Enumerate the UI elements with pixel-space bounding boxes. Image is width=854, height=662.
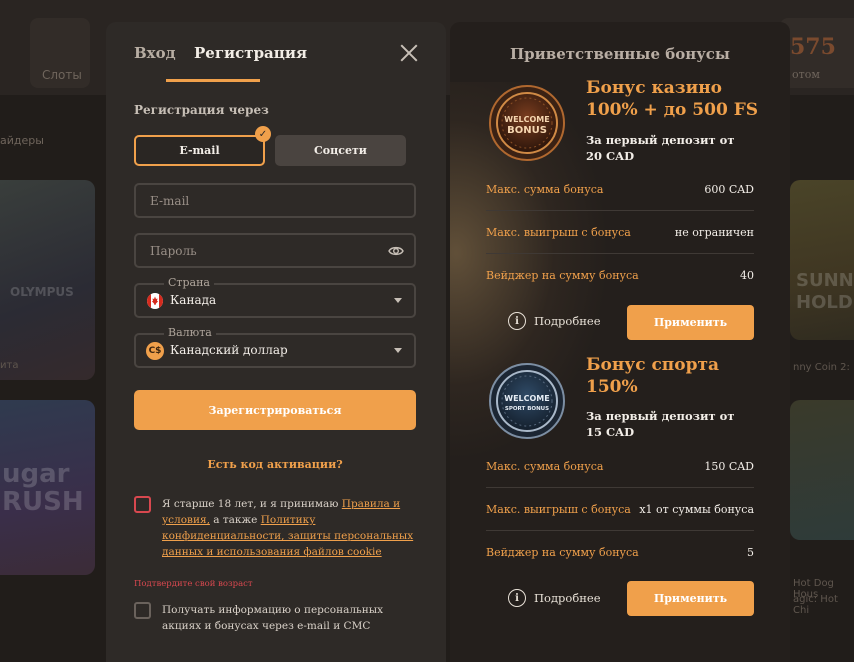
background-right-label: отом bbox=[792, 68, 820, 81]
sport-bonus-condition-line2: 15 CAD bbox=[586, 425, 635, 439]
sport-bonus-name: Бонус спорта 150% bbox=[586, 354, 719, 398]
bonuses-title: Приветственные бонусы bbox=[510, 45, 730, 63]
casino-apply-button[interactable]: Применить bbox=[627, 305, 754, 340]
background-game-tile bbox=[790, 400, 854, 540]
sport-bonus-row: Макс. сумма бонуса 150 CAD bbox=[486, 446, 754, 488]
currency-value: Канадский доллар bbox=[170, 343, 288, 357]
background-slots-label: Слоты bbox=[42, 68, 82, 82]
row-value: x1 от суммы бонуса bbox=[639, 503, 754, 516]
sport-bonus-condition-line1: За первый депозит от bbox=[586, 409, 735, 423]
eye-icon[interactable] bbox=[388, 244, 404, 258]
active-tab-underline bbox=[166, 79, 260, 82]
close-icon[interactable] bbox=[398, 42, 420, 64]
promo-consent-checkbox[interactable] bbox=[134, 602, 151, 619]
row-label: Макс. сумма бонуса bbox=[486, 183, 604, 196]
background-game-tile: OLYMPUS bbox=[0, 180, 95, 380]
details-label: Подробнее bbox=[534, 591, 601, 605]
register-via-heading: Регистрация через bbox=[134, 103, 269, 117]
country-value: Канада bbox=[170, 293, 217, 307]
method-social-button[interactable]: Соцсети bbox=[275, 135, 406, 166]
row-value: не ограничен bbox=[674, 226, 754, 239]
row-value: 600 CAD bbox=[704, 183, 754, 196]
consent-prefix: Я старше 18 лет, и я принимаю bbox=[162, 498, 342, 510]
background-game-title: SUNN HOLD bbox=[796, 270, 854, 313]
chevron-down-icon bbox=[394, 348, 402, 353]
country-label: Страна bbox=[164, 276, 214, 289]
background-game-caption: agic: Hot Chi bbox=[793, 594, 838, 616]
info-icon: i bbox=[508, 589, 526, 607]
method-email-button[interactable]: E-mail bbox=[134, 135, 265, 166]
sport-apply-button[interactable]: Применить bbox=[627, 581, 754, 616]
row-value: 5 bbox=[747, 546, 754, 559]
email-input[interactable] bbox=[150, 185, 380, 216]
background-right-number: 575 bbox=[790, 34, 836, 60]
details-label: Подробнее bbox=[534, 314, 601, 328]
tab-register[interactable]: Регистрация bbox=[194, 44, 307, 62]
chevron-down-icon bbox=[394, 298, 402, 303]
background-providers-label: айдеры bbox=[0, 134, 44, 147]
background-game-tile: ugar RUSH bbox=[0, 400, 95, 575]
row-value: 40 bbox=[740, 269, 754, 282]
sport-badge-text-1: WELCOME bbox=[504, 394, 549, 403]
consent-middle: а также bbox=[209, 514, 261, 526]
sport-bonus-name-line2: 150% bbox=[586, 377, 638, 397]
sport-bonus-badge-icon: WELCOME SPORT BONUS bbox=[489, 363, 565, 439]
promo-consent-text: Получать информацию о персональных акция… bbox=[162, 604, 384, 632]
background-game-title: OLYMPUS bbox=[10, 285, 74, 299]
casino-bonus-row: Вейджер на сумму бонуса 40 bbox=[486, 255, 754, 297]
email-field bbox=[134, 183, 416, 218]
casino-details-link[interactable]: i Подробнее bbox=[508, 312, 601, 330]
casino-badge-text-2: BONUS bbox=[507, 125, 547, 136]
background-game-caption: nny Coin 2: bbox=[793, 362, 850, 373]
casino-bonus-row: Макс. выигрыш с бонуса не ограничен bbox=[486, 212, 754, 254]
password-field bbox=[134, 233, 416, 268]
currency-select[interactable]: Валюта C$ Канадский доллар bbox=[134, 326, 416, 368]
row-label: Вейджер на сумму бонуса bbox=[486, 269, 639, 282]
welcome-bonuses-panel: Приветственные бонусы WELCOME BONUS Бону… bbox=[450, 22, 790, 662]
sport-bonus-name-line1: Бонус спорта bbox=[586, 355, 720, 375]
check-icon: ✓ bbox=[255, 126, 271, 142]
casino-bonus-row: Макс. сумма бонуса 600 CAD bbox=[486, 169, 754, 211]
age-consent-checkbox[interactable] bbox=[134, 496, 151, 513]
sport-badge-text-2: SPORT BONUS bbox=[505, 406, 549, 412]
auth-tabs: Вход Регистрация bbox=[134, 44, 424, 84]
background-game-caption: ита bbox=[0, 360, 19, 371]
row-label: Макс. сумма бонуса bbox=[486, 460, 604, 473]
background-game-tile: SUNN HOLD bbox=[790, 180, 854, 340]
age-consent-text: Я старше 18 лет, и я принимаю Правила и … bbox=[162, 496, 418, 560]
tab-login[interactable]: Вход bbox=[134, 44, 176, 62]
info-icon: i bbox=[508, 312, 526, 330]
casino-bonus-badge-icon: WELCOME BONUS bbox=[489, 85, 565, 161]
sport-details-link[interactable]: i Подробнее bbox=[508, 589, 601, 607]
sport-bonus-row: Вейджер на сумму бонуса 5 bbox=[486, 532, 754, 574]
background-game-title: ugar RUSH bbox=[2, 459, 84, 517]
age-error-message: Подтвердите свой возраст bbox=[134, 579, 253, 589]
activation-code-link[interactable]: Есть код активации? bbox=[106, 458, 444, 471]
currency-label: Валюта bbox=[164, 326, 216, 339]
currency-icon: C$ bbox=[146, 342, 164, 360]
register-button[interactable]: Зарегистрироваться bbox=[134, 390, 416, 430]
canada-flag-icon bbox=[147, 293, 163, 309]
casino-badge-text-1: WELCOME bbox=[504, 115, 549, 124]
row-label: Вейджер на сумму бонуса bbox=[486, 546, 639, 559]
row-value: 150 CAD bbox=[704, 460, 754, 473]
casino-bonus-name-line1: Бонус казино bbox=[586, 78, 722, 98]
row-label: Макс. выигрыш с бонуса bbox=[486, 226, 631, 239]
country-select[interactable]: Страна Канада bbox=[134, 276, 416, 318]
password-input[interactable] bbox=[150, 235, 380, 266]
sport-bonus-condition: За первый депозит от 15 CAD bbox=[586, 408, 756, 440]
casino-bonus-name: Бонус казино 100% + до 500 FS bbox=[586, 77, 758, 121]
casino-bonus-condition-line2: 20 CAD bbox=[586, 149, 635, 163]
registration-modal: Вход Регистрация Регистрация через E-mai… bbox=[106, 22, 446, 662]
row-label: Макс. выигрыш с бонуса bbox=[486, 503, 631, 516]
casino-bonus-name-line2: 100% + до 500 FS bbox=[586, 100, 759, 120]
casino-bonus-condition: За первый депозит от 20 CAD bbox=[586, 132, 756, 164]
sport-bonus-row: Макс. выигрыш с бонуса x1 от суммы бонус… bbox=[486, 489, 754, 531]
casino-bonus-condition-line1: За первый депозит от bbox=[586, 133, 735, 147]
